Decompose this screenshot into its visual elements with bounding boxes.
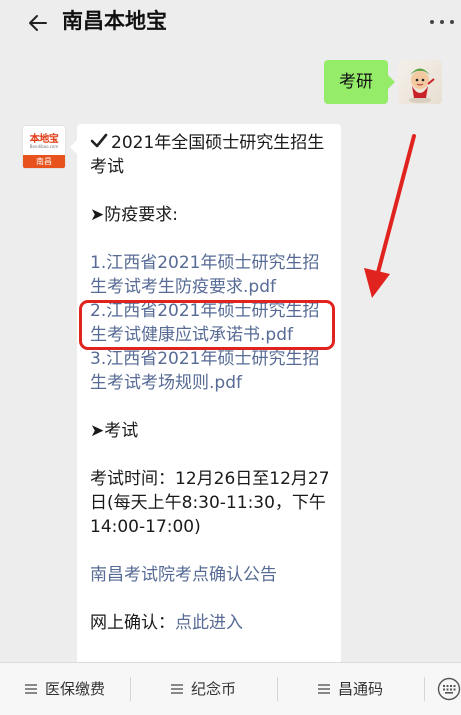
menu-label: 昌通码 <box>337 680 383 698</box>
brand-logo-text: 本地宝 <box>29 134 59 145</box>
menu-item-health-code[interactable]: 昌通码 <box>278 663 423 715</box>
submenu-icon <box>170 684 183 694</box>
exam-time-text: 考试时间：12月26日至12月27日(每天上午8:30-11:30，下午14:0… <box>90 469 330 537</box>
red-arrow-icon <box>364 134 416 298</box>
bottom-menu-bar: 医保缴费 纪念币 昌通码 <box>0 662 461 715</box>
submenu-icon <box>24 684 37 694</box>
message-content: 2021年全国硕士研究生招生考试 ➤防疫要求: 1.江西省2021年硕士研究生招… <box>90 131 333 635</box>
menu-label: 纪念币 <box>190 680 236 698</box>
incoming-message: 2021年全国硕士研究生招生考试 ➤防疫要求: 1.江西省2021年硕士研究生招… <box>70 124 341 664</box>
notice-link[interactable]: 南昌考试院考点确认公告 <box>90 563 333 587</box>
outgoing-message[interactable]: 考研 <box>324 60 395 104</box>
menu-item-commemorative-coin[interactable]: 纪念币 <box>131 663 276 715</box>
official-account-avatar[interactable]: 本地宝 Bendibao.com 南昌 <box>22 125 66 169</box>
check-icon <box>90 133 108 148</box>
pdf-link-exam-rules[interactable]: 3.江西省2021年硕士研究生招生考试考场规则.pdf <box>90 347 333 395</box>
section-heading-exam: ➤考试 <box>90 421 139 441</box>
menu-item-medical-insurance[interactable]: 医保缴费 <box>0 663 130 715</box>
keyboard-icon[interactable] <box>437 677 461 701</box>
menu-label: 医保缴费 <box>44 680 105 698</box>
chat-title: 南昌本地宝 <box>62 9 167 33</box>
title-text: 2021年全国硕士研究生招生考试 <box>90 133 325 177</box>
more-dots-icon[interactable] <box>430 18 456 26</box>
section-heading-epidemic: ➤防疫要求: <box>90 205 178 225</box>
user-avatar[interactable] <box>398 60 442 104</box>
submenu-icon <box>317 684 330 694</box>
message-title: 2021年全国硕士研究生招生考试 <box>90 131 333 179</box>
pdf-link-epidemic-requirements[interactable]: 1.江西省2021年硕士研究生招生考试考生防疫要求.pdf <box>90 251 333 299</box>
arrow-left-icon[interactable] <box>26 11 50 35</box>
highlight-box <box>79 300 335 350</box>
online-confirm-row: 网上确认：点此进入 <box>90 611 333 635</box>
confirm-entry-link[interactable]: 点此进入 <box>175 613 243 633</box>
cartoon-avatar-icon <box>409 68 435 103</box>
brand-url-text: Bendibao.com <box>29 144 59 149</box>
confirm-label: 网上确认： <box>90 613 175 633</box>
chat-header: 南昌本地宝 <box>0 0 461 48</box>
menu-divider <box>424 677 425 701</box>
brand-city-text: 南昌 <box>23 155 65 168</box>
